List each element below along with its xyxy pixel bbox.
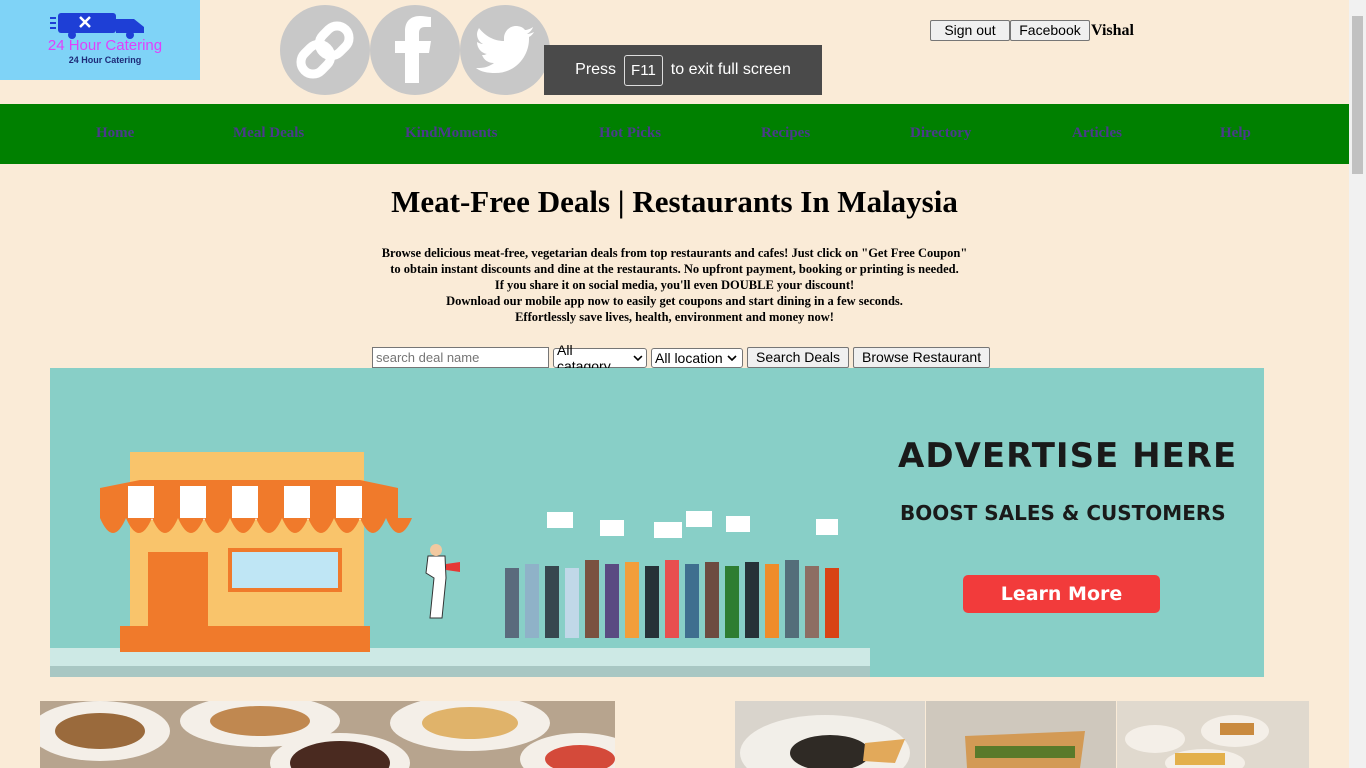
search-input[interactable] — [372, 347, 549, 368]
nav-directory[interactable]: Directory — [910, 125, 971, 142]
twitter-icon — [476, 26, 534, 73]
facebook-icon — [395, 16, 431, 83]
intro-text: Browse delicious meat-free, vegetarian d… — [0, 245, 1349, 325]
link-share-button[interactable] — [280, 5, 370, 95]
intro-line: Browse delicious meat-free, vegetarian d… — [381, 246, 968, 260]
banner-title: ADVERTISE HERE — [898, 436, 1238, 476]
logo-tagline: 24 Hour Catering — [68, 55, 142, 65]
nav-hot-picks[interactable]: Hot Picks — [599, 125, 661, 142]
nav-kindmoments[interactable]: KindMoments — [405, 125, 498, 142]
chevron-down-icon — [727, 354, 737, 361]
food-platter-photo — [40, 701, 615, 768]
location-select-value: All location — [655, 349, 723, 366]
page-scrollbar[interactable] — [1349, 0, 1366, 768]
intro-line: Download our mobile app now to easily ge… — [446, 294, 903, 308]
search-deals-button[interactable]: Search Deals — [747, 347, 850, 368]
browse-restaurant-button[interactable]: Browse Restaurant — [853, 347, 991, 368]
storefront-illustration — [50, 452, 870, 677]
facebook-button[interactable]: Facebook — [1010, 20, 1090, 41]
intro-line: If you share it on social media, you'll … — [494, 278, 855, 292]
nav-articles[interactable]: Articles — [1072, 125, 1122, 142]
cafe-dishes-photo — [735, 701, 1309, 768]
deal-search-bar: All catagory All location Search Deals B… — [372, 342, 991, 374]
intro-line: to obtain instant discounts and dine at … — [390, 262, 959, 276]
account-area: Sign out Facebook Vishal — [930, 20, 1134, 41]
category-select[interactable]: All catagory — [553, 342, 647, 374]
twitter-share-button[interactable] — [460, 5, 550, 95]
facebook-share-button[interactable] — [370, 5, 460, 95]
username: Vishal — [1091, 21, 1134, 39]
toast-text-before: Press — [575, 61, 617, 78]
nav-home[interactable]: Home — [96, 125, 134, 142]
page-title: Meat-Free Deals | Restaurants In Malaysi… — [391, 184, 958, 219]
site-logo[interactable]: 24 Hour Catering 24 Hour Catering — [0, 0, 200, 80]
logo-brand-text: 24 Hour Catering — [47, 37, 163, 54]
banner-subtitle: BOOST SALES & CUSTOMERS — [900, 501, 1226, 525]
nav-help[interactable]: Help — [1220, 125, 1251, 142]
scrollbar-thumb[interactable] — [1352, 16, 1363, 174]
chevron-down-icon — [633, 354, 643, 361]
toast-key: F11 — [624, 54, 663, 86]
main-nav: Home Meal Deals KindMoments Hot Picks Re… — [0, 104, 1349, 164]
intro-line: Effortlessly save lives, health, environ… — [515, 310, 834, 324]
link-icon — [296, 21, 354, 79]
deal-card-image[interactable] — [735, 701, 1309, 768]
advertise-banner[interactable]: ADVERTISE HERE BOOST SALES & CUSTOMERS L… — [50, 368, 1264, 677]
toast-text-after: to exit full screen — [670, 61, 791, 78]
delivery-truck-icon — [50, 13, 144, 39]
learn-more-button[interactable]: Learn More — [963, 575, 1160, 613]
location-select[interactable]: All location — [651, 347, 743, 368]
nav-recipes[interactable]: Recipes — [761, 125, 810, 142]
sign-out-button[interactable]: Sign out — [930, 20, 1010, 41]
fullscreen-exit-toast: Press F11 to exit full screen — [544, 45, 822, 95]
deal-card-image[interactable] — [40, 701, 615, 768]
nav-meal-deals[interactable]: Meal Deals — [233, 125, 304, 142]
